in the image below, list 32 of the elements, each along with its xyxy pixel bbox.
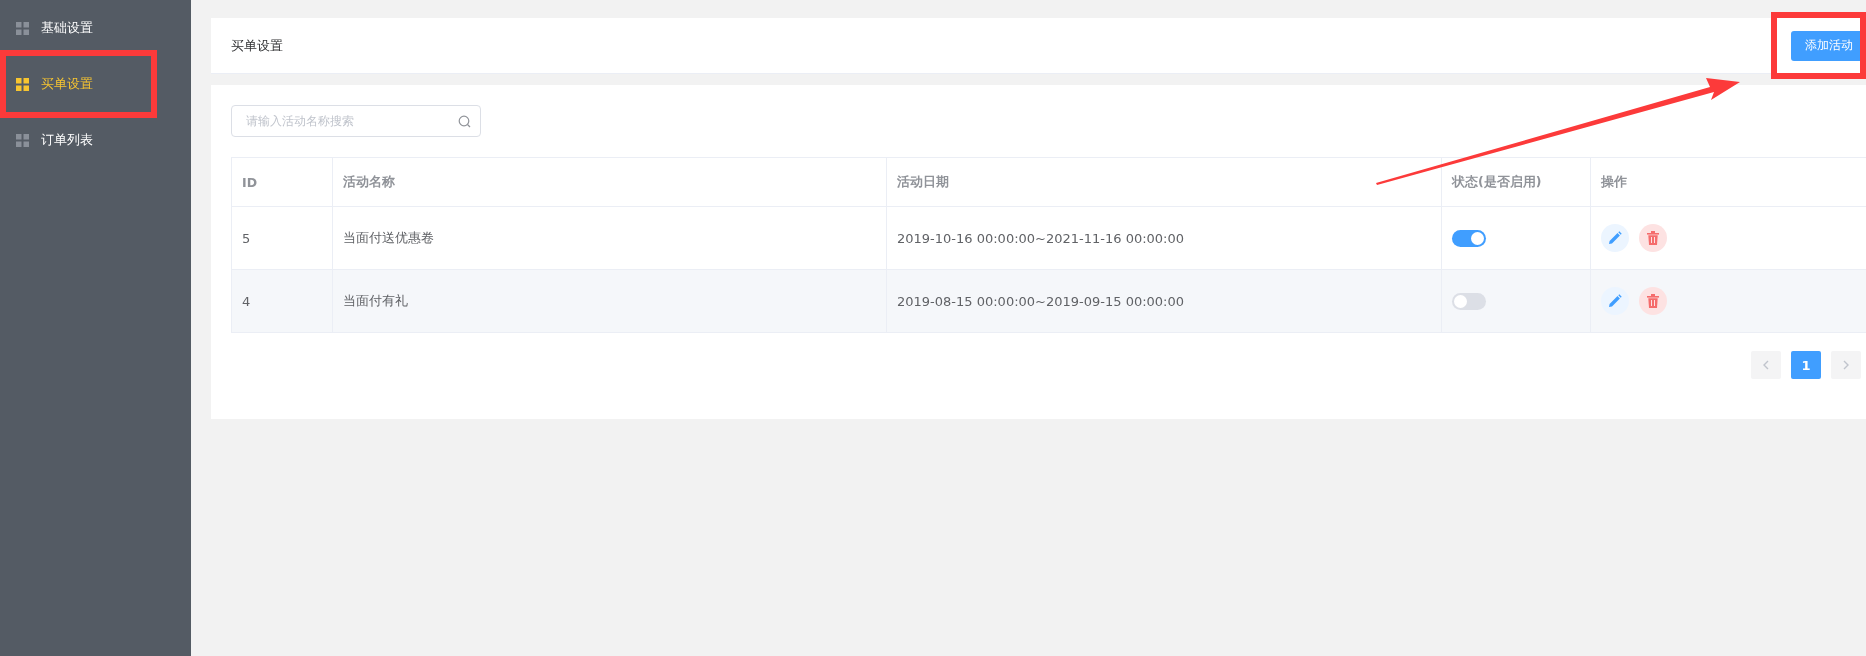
edit-button[interactable] [1601, 287, 1629, 315]
column-header: ID [231, 157, 333, 207]
delete-button[interactable] [1639, 287, 1667, 315]
grid-icon [16, 77, 29, 91]
grid-icon [16, 133, 29, 147]
status-toggle[interactable] [1452, 229, 1486, 247]
table-cell: 当面付送优惠卷 [332, 206, 887, 270]
trash-icon [1647, 231, 1659, 245]
table-cell: 4 [231, 269, 333, 333]
column-header: 活动日期 [886, 157, 1442, 207]
sidebar-item[interactable]: 订单列表 [0, 112, 191, 168]
page-title: 买单设置 [231, 36, 283, 55]
table-cell: 2019-08-15 00:00:00~2019-09-15 00:00:00 [886, 269, 1442, 333]
pencil-icon [1608, 294, 1622, 308]
trash-icon [1647, 294, 1659, 308]
sidebar-item[interactable]: 基础设置 [0, 0, 191, 56]
chevron-left-icon [1763, 360, 1769, 370]
grid-icon [16, 21, 29, 35]
column-header: 操作 [1590, 157, 1866, 207]
column-header: 活动名称 [332, 157, 887, 207]
search-field[interactable]: 请输入活动名称搜索 [231, 105, 481, 137]
pencil-icon [1608, 231, 1622, 245]
edit-button[interactable] [1601, 224, 1629, 252]
chevron-right-icon [1843, 360, 1849, 370]
table-cell: 5 [231, 206, 333, 270]
table-cell: 当面付有礼 [332, 269, 887, 333]
sidebar-item[interactable]: 买单设置 [0, 56, 191, 112]
delete-button[interactable] [1639, 224, 1667, 252]
page-button[interactable]: 1 [1791, 351, 1821, 379]
table-cell: 2019-10-16 00:00:00~2021-11-16 00:00:00 [886, 206, 1442, 270]
status-toggle[interactable] [1452, 292, 1486, 310]
search-icon [458, 115, 471, 128]
